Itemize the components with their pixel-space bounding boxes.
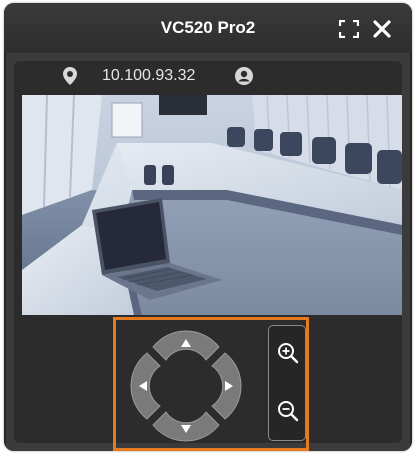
video-feed xyxy=(22,95,402,315)
fullscreen-icon[interactable] xyxy=(338,19,360,39)
close-icon[interactable] xyxy=(371,18,393,40)
ptz-controls xyxy=(113,317,309,451)
camera-panel: 10.100.93.32 xyxy=(14,61,402,451)
zoom-panel xyxy=(268,325,306,441)
zoom-in-icon[interactable] xyxy=(277,342,299,364)
pan-left-button[interactable] xyxy=(130,352,161,420)
camera-window: VC520 Pro2 10.100.93.32 xyxy=(4,3,412,451)
location-pin-icon xyxy=(62,66,78,86)
direction-pad xyxy=(125,325,247,447)
zoom-out-icon[interactable] xyxy=(277,400,299,422)
title-bar: VC520 Pro2 xyxy=(4,3,412,53)
ip-address: 10.100.93.32 xyxy=(102,67,196,84)
pan-right-button[interactable] xyxy=(211,352,242,420)
pan-up-button[interactable] xyxy=(152,330,220,361)
user-profile-icon[interactable] xyxy=(234,66,254,86)
content-panel: 10.100.93.32 xyxy=(6,53,410,451)
pan-down-button[interactable] xyxy=(152,411,220,442)
info-row: 10.100.93.32 xyxy=(14,61,402,91)
